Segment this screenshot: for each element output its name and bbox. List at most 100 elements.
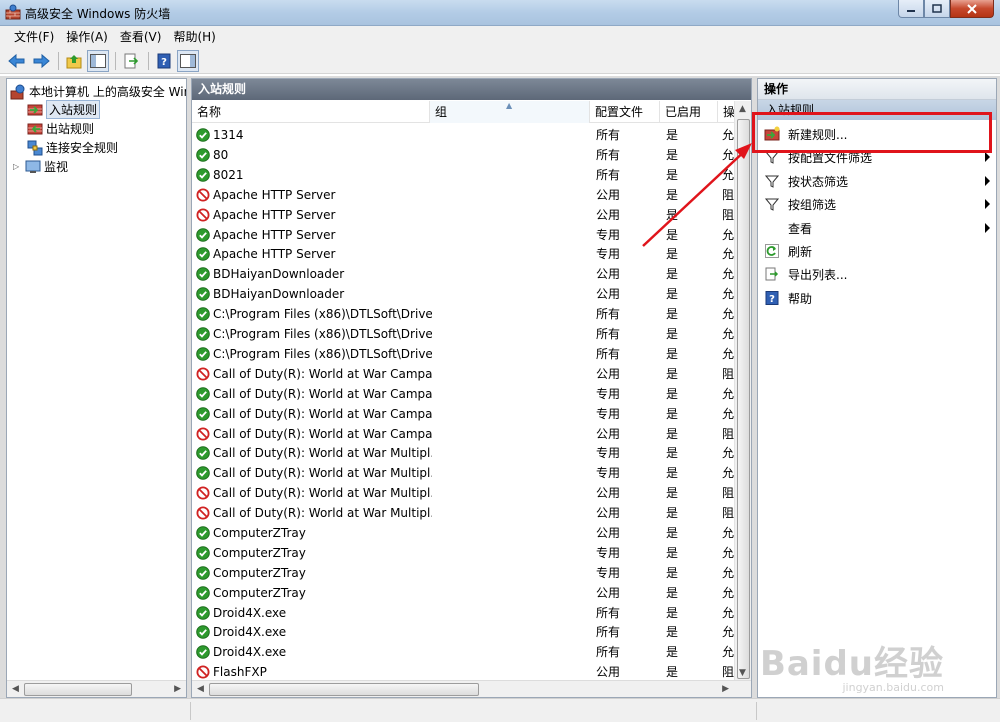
- rule-row[interactable]: Call of Duty(R): World at War Multipl...…: [192, 443, 741, 463]
- forward-icon: [33, 53, 50, 68]
- rule-row[interactable]: BDHaiyanDownloader公用是允许: [192, 264, 741, 284]
- rule-row[interactable]: Call of Duty(R): World at War Campai... 公…: [192, 364, 741, 384]
- block-icon: [196, 427, 210, 441]
- expand-icon[interactable]: ▷: [13, 162, 25, 171]
- action-view[interactable]: 查看: [758, 217, 996, 239]
- back-button[interactable]: [6, 50, 28, 72]
- scroll-right-icon[interactable]: ▶: [174, 684, 181, 694]
- rules-pane: 入站规则 名称 组 ▲ 配置文件 已启用 操作 1314所有是允许80所有是允许…: [191, 78, 752, 698]
- action-filter-by-group[interactable]: 按组筛选: [758, 193, 996, 215]
- inbound-rules-icon: [27, 104, 43, 115]
- rule-name-cell: ComputerZTray: [196, 583, 432, 603]
- rule-row[interactable]: 8021所有是允许: [192, 165, 741, 185]
- tree-horizontal-scrollbar[interactable]: ◀ ▶: [7, 680, 186, 697]
- rule-row[interactable]: ComputerZTray公用是允许: [192, 523, 741, 543]
- rules-horizontal-scrollbar[interactable]: ◀ ▶: [192, 680, 751, 697]
- show-hide-tree-button[interactable]: [87, 49, 109, 72]
- rules-vertical-scrollbar[interactable]: ▲ ▼: [734, 101, 751, 681]
- rule-row[interactable]: Call of Duty(R): World at War Campai... 专…: [192, 384, 741, 404]
- rule-row[interactable]: Droid4X.exe所有是允许: [192, 603, 741, 623]
- rule-enabled: 是: [666, 506, 679, 520]
- action-export-list[interactable]: 导出列表...: [758, 263, 996, 285]
- scroll-up-icon[interactable]: ▲: [739, 104, 746, 114]
- action-pane-button[interactable]: [177, 49, 199, 72]
- allow-check-icon: [196, 267, 210, 281]
- action-filter-by-state[interactable]: 按状态筛选: [758, 170, 996, 192]
- scroll-left-icon[interactable]: ◀: [12, 684, 19, 694]
- rule-name-cell: Call of Duty(R): World at War Campai...: [196, 384, 432, 404]
- watermark-text: Baidu经验: [759, 644, 944, 684]
- rule-name: 1314: [213, 128, 244, 142]
- rule-row[interactable]: Apache HTTP Server公用是阻止: [192, 205, 741, 225]
- menu-action[interactable]: 操作(A): [60, 26, 114, 48]
- tree-root[interactable]: 本地计算机 上的高级安全 Windows 防火墙: [10, 82, 186, 101]
- tree-item-monitor[interactable]: ▷ 监视: [13, 157, 68, 176]
- rule-row[interactable]: FlashFXP公用是阻止: [192, 662, 741, 682]
- scroll-down-icon[interactable]: ▼: [739, 668, 746, 678]
- rules-hscroll-thumb[interactable]: [209, 683, 479, 696]
- rule-name: Call of Duty(R): World at War Multipl...: [213, 446, 432, 460]
- sort-ascending-icon: ▲: [506, 101, 513, 110]
- rule-name-cell: ComputerZTray: [196, 563, 432, 583]
- close-button[interactable]: [950, 0, 994, 18]
- rule-profile: 所有: [596, 128, 621, 142]
- tree-item-outbound-rules[interactable]: 出站规则: [27, 119, 94, 138]
- rule-row[interactable]: ComputerZTray专用是允许: [192, 543, 741, 563]
- export-icon: [124, 53, 139, 68]
- rule-row[interactable]: Call of Duty(R): World at War Multipl...…: [192, 463, 741, 483]
- rule-profile: 公用: [596, 208, 621, 222]
- maximize-button[interactable]: [924, 0, 950, 18]
- menu-file[interactable]: 文件(F): [8, 26, 60, 48]
- rule-row[interactable]: C:\Program Files (x86)\DTLSoft\Drive... 所…: [192, 304, 741, 324]
- rule-row[interactable]: 80所有是允许: [192, 145, 741, 165]
- rule-enabled: 是: [666, 526, 679, 540]
- rule-name-cell: 80: [196, 145, 432, 165]
- help-button[interactable]: ?: [153, 50, 175, 72]
- show-hide-tree-icon: [90, 53, 106, 68]
- tree-item-connection-security[interactable]: 连接安全规则: [27, 138, 118, 157]
- rule-profile: 公用: [596, 506, 621, 520]
- rule-profile: 专用: [596, 387, 621, 401]
- column-enabled[interactable]: 已启用: [660, 101, 718, 123]
- rule-row[interactable]: Droid4X.exe所有是允许: [192, 642, 741, 662]
- rule-row[interactable]: Apache HTTP Server专用是允许: [192, 244, 741, 264]
- rule-enabled: 是: [666, 327, 679, 341]
- rule-row[interactable]: Call of Duty(R): World at War Multipl...…: [192, 503, 741, 523]
- column-group[interactable]: 组 ▲: [430, 101, 590, 123]
- allow-check-icon: [196, 347, 210, 361]
- rule-row[interactable]: ComputerZTray专用是允许: [192, 563, 741, 583]
- menu-view[interactable]: 查看(V): [114, 26, 168, 48]
- action-help[interactable]: ? 帮助: [758, 287, 996, 309]
- rule-row[interactable]: 1314所有是允许: [192, 125, 741, 145]
- scroll-right-icon[interactable]: ▶: [722, 684, 729, 694]
- minimize-button[interactable]: [898, 0, 924, 18]
- tree-item-inbound-rules[interactable]: 入站规则: [27, 100, 101, 119]
- rule-row[interactable]: Droid4X.exe所有是允许: [192, 622, 741, 642]
- tree-scroll-thumb[interactable]: [24, 683, 132, 696]
- window-title: 高级安全 Windows 防火墙: [25, 7, 171, 21]
- column-name[interactable]: 名称: [192, 101, 430, 123]
- rules-scroll-thumb[interactable]: [737, 119, 750, 679]
- menu-help[interactable]: 帮助(H): [167, 26, 221, 48]
- rule-name-cell: 1314: [196, 125, 432, 145]
- rule-row[interactable]: Apache HTTP Server专用是允许: [192, 225, 741, 245]
- allow-check-icon: [196, 287, 210, 301]
- up-folder-button[interactable]: [63, 50, 85, 72]
- rule-name-cell: C:\Program Files (x86)\DTLSoft\Drive...: [196, 324, 432, 344]
- actions-pane-title: 操作: [758, 79, 996, 100]
- column-profile[interactable]: 配置文件: [590, 101, 660, 123]
- action-refresh[interactable]: 刷新: [758, 240, 996, 262]
- forward-button[interactable]: [30, 50, 52, 72]
- rule-row[interactable]: Call of Duty(R): World at War Campai... 专…: [192, 404, 741, 424]
- rule-row[interactable]: Call of Duty(R): World at War Multipl...…: [192, 483, 741, 503]
- rule-row[interactable]: BDHaiyanDownloader公用是允许: [192, 284, 741, 304]
- export-button[interactable]: [120, 50, 142, 72]
- rule-row[interactable]: C:\Program Files (x86)\DTLSoft\Drive... 所…: [192, 344, 741, 364]
- scroll-left-icon[interactable]: ◀: [197, 684, 204, 694]
- rule-enabled: 是: [666, 367, 679, 381]
- rule-row[interactable]: Apache HTTP Server公用是阻止: [192, 185, 741, 205]
- rule-row[interactable]: ComputerZTray公用是允许: [192, 583, 741, 603]
- rule-row[interactable]: C:\Program Files (x86)\DTLSoft\Drive... 所…: [192, 324, 741, 344]
- rule-row[interactable]: Call of Duty(R): World at War Campai... 公…: [192, 424, 741, 444]
- svg-text:?: ?: [769, 294, 775, 305]
